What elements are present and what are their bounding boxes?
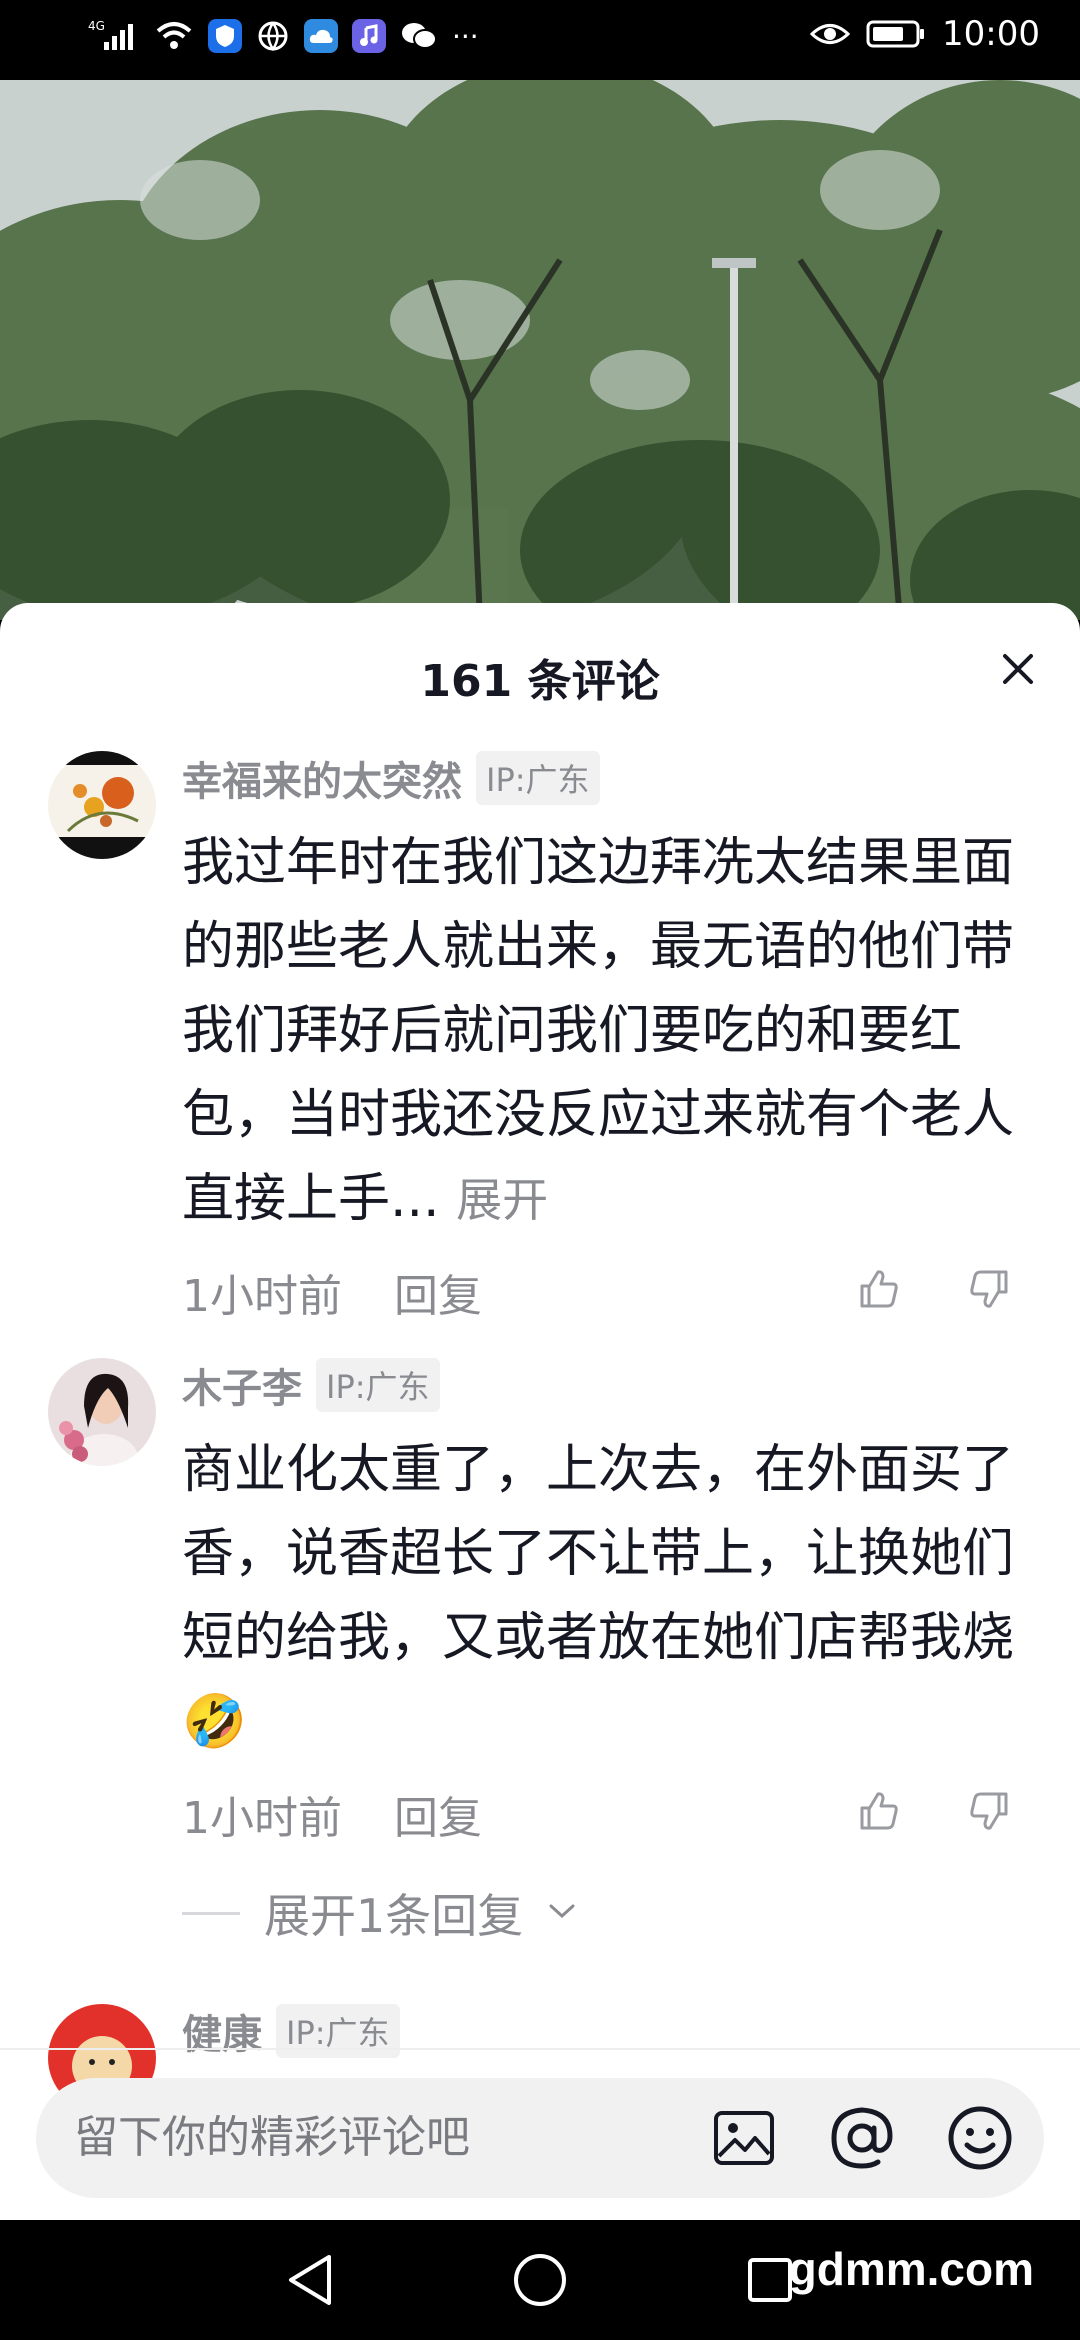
shield-icon bbox=[208, 19, 242, 53]
comment-time: 1小时前 bbox=[182, 1271, 342, 1322]
avatar[interactable] bbox=[48, 751, 156, 859]
comment-sheet: 161 条评论 幸福来的太突然 IP:广东 我过年时在我们这边拜冼太结果里面的那… bbox=[0, 603, 1080, 2220]
comment-text: 商业化太重了，上次去，在外面买了香，说香超长了不让带上，让换她们短的给我，又或者… bbox=[182, 1440, 1015, 1752]
comment-username[interactable]: 木子李 bbox=[182, 1356, 302, 1414]
globe-icon bbox=[256, 19, 290, 53]
eye-icon bbox=[810, 21, 851, 47]
emoji-icon[interactable] bbox=[944, 2102, 1016, 2174]
status-bar: 4G ··· 10:00 bbox=[0, 0, 1080, 80]
video-background[interactable] bbox=[0, 80, 1080, 620]
signal-icon: 4G bbox=[88, 18, 140, 54]
comment-input-placeholder[interactable]: 留下你的精彩评论吧 bbox=[74, 2078, 470, 2198]
wechat-icon bbox=[400, 20, 438, 52]
battery-icon bbox=[866, 19, 926, 49]
ip-location-badge: IP:广东 bbox=[316, 1358, 440, 1412]
network-type-label: 4G bbox=[88, 19, 105, 33]
comment-count-title: 161 条评论 bbox=[420, 656, 660, 707]
ip-location-badge: IP:广东 bbox=[476, 751, 600, 805]
thumbs-up-icon[interactable] bbox=[856, 1266, 902, 1316]
close-icon[interactable] bbox=[992, 643, 1044, 695]
cloud-app-icon bbox=[304, 19, 338, 53]
image-icon[interactable] bbox=[708, 2102, 780, 2174]
comment-input-bar[interactable]: 留下你的精彩评论吧 bbox=[36, 2078, 1044, 2198]
navigation-bar: gdmm.com bbox=[0, 2220, 1080, 2340]
comment-username[interactable]: 健康 bbox=[182, 2002, 262, 2060]
clock: 10:00 bbox=[942, 14, 1040, 54]
divider bbox=[0, 2048, 1080, 2050]
thumbs-down-icon[interactable] bbox=[966, 1266, 1012, 1316]
avatar[interactable] bbox=[48, 1358, 156, 1466]
comment-body: 我过年时在我们这边拜冼太结果里面的那些老人就出来，最无语的他们带我们拜好后就问我… bbox=[182, 833, 1015, 1229]
thumbs-up-icon[interactable] bbox=[856, 1788, 902, 1838]
expand-comment-link[interactable]: 展开 bbox=[456, 1173, 548, 1227]
at-icon[interactable] bbox=[826, 2102, 898, 2174]
comment-time: 1小时前 bbox=[182, 1793, 342, 1844]
expand-replies-label: 展开1条回复 bbox=[264, 1889, 524, 1943]
reply-button[interactable]: 回复 bbox=[394, 1782, 482, 1846]
thumbs-down-icon[interactable] bbox=[966, 1788, 1012, 1838]
chevron-down-icon bbox=[547, 1901, 577, 1925]
wifi-icon bbox=[154, 19, 194, 53]
comment-username[interactable]: 幸福来的太突然 bbox=[182, 749, 462, 807]
watermark: gdmm.com bbox=[788, 2243, 1034, 2295]
comment-item: 健康 IP:广东 bbox=[0, 1996, 1080, 2112]
comment-item: 幸福来的太突然 IP:广东 我过年时在我们这边拜冼太结果里面的那些老人就出来，最… bbox=[0, 743, 1080, 1342]
expand-replies-button[interactable]: 展开1条回复 bbox=[182, 1868, 1032, 1958]
music-app-icon bbox=[352, 19, 386, 53]
comment-list[interactable]: 幸福来的太突然 IP:广东 我过年时在我们这边拜冼太结果里面的那些老人就出来，最… bbox=[0, 743, 1080, 2112]
reply-button[interactable]: 回复 bbox=[394, 1260, 482, 1324]
divider bbox=[182, 1911, 240, 1915]
comment-item: 木子李 IP:广东 商业化太重了，上次去，在外面买了香，说香超长了不让带上，让换… bbox=[0, 1350, 1080, 1958]
comment-text: 我过年时在我们这边拜冼太结果里面的那些老人就出来，最无语的他们带我们拜好后就问我… bbox=[182, 821, 1032, 1242]
more-notifications-icon: ··· bbox=[452, 19, 479, 53]
back-icon[interactable] bbox=[280, 2250, 340, 2310]
home-icon[interactable] bbox=[510, 2250, 570, 2310]
